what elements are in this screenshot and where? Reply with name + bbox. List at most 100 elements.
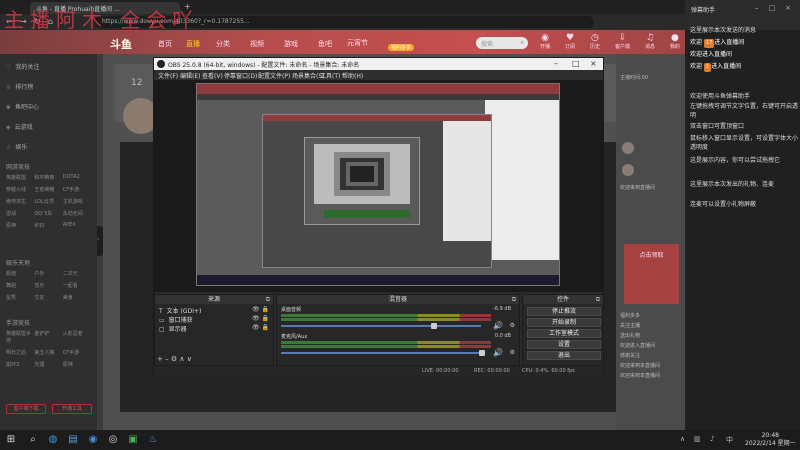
volume-slider[interactable] — [281, 325, 481, 327]
category-link[interactable]: 英雄联盟 — [6, 174, 34, 181]
category-link[interactable]: 和平精英 — [34, 174, 62, 181]
category-link[interactable]: QQ飞车 — [34, 210, 62, 217]
sidebar-item-rank[interactable]: ♕ 排行榜 — [6, 82, 33, 91]
network-icon[interactable]: ▥ — [694, 435, 701, 443]
category-link[interactable]: 光遇 — [34, 361, 62, 368]
volume-icon[interactable]: ♪ — [710, 435, 714, 443]
gear-icon[interactable]: ⚙ — [171, 355, 177, 363]
sidebar-item-ent[interactable]: ☆ 娱乐 — [6, 142, 27, 151]
avatar[interactable] — [622, 142, 634, 154]
app-icon[interactable]: ▣ — [126, 433, 140, 447]
category-link[interactable]: CF手游 — [63, 186, 91, 193]
obs-icon[interactable]: ◎ — [106, 433, 120, 447]
close-icon[interactable]: × — [590, 59, 597, 68]
obs-menu-edit[interactable]: 编辑(E) — [180, 71, 200, 80]
category-link[interactable]: DOTA2 — [63, 174, 91, 181]
nav-live[interactable]: 直播 — [186, 39, 200, 49]
nav-video[interactable]: 视频 — [250, 39, 264, 49]
dock-float-icon[interactable]: ⧉ — [596, 295, 600, 304]
category-link[interactable]: 交友 — [34, 294, 62, 301]
search-icon[interactable]: ⌕ — [521, 39, 524, 47]
nav-yuba[interactable]: 鱼吧 — [318, 39, 332, 49]
file-explorer-icon[interactable]: ▤ — [66, 433, 80, 447]
nav-home[interactable]: 首页 — [158, 39, 172, 49]
clock[interactable]: 20:48 2022/2/14 星期一 — [745, 432, 796, 448]
category-link[interactable]: 一起看 — [63, 282, 91, 289]
site-search-input[interactable]: 搜索 ⌕ — [476, 37, 528, 49]
nav-category[interactable]: 分类 — [216, 39, 230, 49]
studio-mode-button[interactable]: 工作室模式 — [527, 329, 601, 338]
obs-menu-profile[interactable]: 配置文件(P) — [258, 71, 290, 80]
site-logo[interactable]: 斗鱼 — [110, 36, 132, 52]
category-link[interactable]: CF手游 — [63, 349, 91, 356]
volume-slider[interactable] — [281, 352, 481, 354]
search-icon[interactable]: ⌕ — [26, 433, 40, 447]
ime-icon[interactable]: 中 — [726, 435, 733, 445]
dock-float-icon[interactable]: ⧉ — [512, 295, 516, 304]
visibility-lock-icons[interactable]: 👁 🔒 — [252, 315, 269, 322]
category-link[interactable]: 户外 — [34, 270, 62, 277]
dock-float-icon[interactable]: ⧉ — [266, 295, 270, 304]
sidebar-item-cloud-game[interactable]: ◈ 云游戏 — [6, 122, 33, 131]
category-link[interactable]: 舞蹈 — [6, 282, 34, 289]
category-link[interactable]: 崩坏3 — [6, 361, 34, 368]
category-link[interactable]: 永劫无间 — [63, 210, 91, 217]
category-link[interactable]: 第五人格 — [34, 349, 62, 356]
add-icon[interactable]: + — [157, 355, 163, 363]
start-recording-button[interactable]: 开始录制 — [527, 318, 601, 327]
speaker-icon[interactable]: 🔊 — [493, 348, 503, 357]
category-link[interactable]: 美食 — [63, 294, 91, 301]
category-link[interactable]: APEX — [63, 222, 91, 229]
header-action-follow[interactable]: ♥ 订阅 — [565, 33, 575, 50]
category-link[interactable]: 星秀 — [6, 294, 34, 301]
remove-icon[interactable]: – — [165, 355, 169, 363]
close-icon[interactable]: × — [785, 4, 791, 12]
category-link[interactable]: 火影忍者 — [63, 330, 91, 344]
stream-tool-button[interactable]: 开播工具 — [52, 404, 92, 414]
app-icon[interactable]: ◉ — [86, 433, 100, 447]
category-link[interactable]: 绝地求生 — [6, 198, 34, 205]
source-item[interactable]: ▭ 窗口捕获 — [159, 315, 193, 324]
obs-menu-file[interactable]: 文件(F) — [158, 71, 178, 80]
obs-menu-tools[interactable]: 工具(T) — [320, 71, 340, 80]
speaker-icon[interactable]: 🔊 — [493, 321, 503, 330]
maximize-icon[interactable]: □ — [769, 4, 776, 12]
category-link[interactable]: 金铲铲 — [34, 330, 62, 344]
exit-button[interactable]: 退出 — [527, 351, 601, 360]
minimize-icon[interactable]: – — [755, 4, 759, 12]
visibility-lock-icons[interactable]: 👁 🔒 — [252, 324, 269, 331]
category-link[interactable]: 主机游戏 — [63, 198, 91, 205]
minimize-icon[interactable]: – — [554, 59, 558, 68]
obs-menu-view[interactable]: 查看(V) — [202, 71, 223, 80]
stop-streaming-button[interactable]: 停止推流 — [527, 307, 601, 316]
maximize-icon[interactable]: □ — [572, 59, 580, 68]
up-icon[interactable]: ∧ — [179, 355, 184, 363]
category-link[interactable]: 原神 — [6, 222, 34, 229]
windows-start-icon[interactable]: ⊞ — [4, 433, 18, 447]
sidebar-item-yuba[interactable]: ❀ 鱼吧中心 — [6, 102, 39, 111]
category-link[interactable]: 穿越火线 — [6, 186, 34, 193]
settings-button[interactable]: 设置 — [527, 340, 601, 349]
header-action-live[interactable]: ◉ 开播 — [540, 33, 550, 50]
obs-menu-docks[interactable]: 停靠窗口(D) — [224, 71, 257, 80]
header-action-user[interactable]: ● 我的 — [670, 33, 680, 50]
source-item[interactable]: ▢ 显示器 — [159, 324, 187, 333]
category-link[interactable]: 英雄联盟手游 — [6, 330, 34, 344]
category-link[interactable]: 逆战 — [6, 210, 34, 217]
client-download-button[interactable]: 客户端下载 — [6, 404, 46, 414]
category-link[interactable]: 明日之后 — [6, 349, 34, 356]
visibility-lock-icons[interactable]: 👁 🔒 — [252, 306, 269, 313]
promo-banner[interactable]: 点击领取 — [624, 244, 679, 304]
gear-icon[interactable]: ⚙ — [510, 349, 515, 356]
volume-knob[interactable] — [479, 350, 485, 356]
nav-game[interactable]: 游戏 — [284, 39, 298, 49]
category-link[interactable]: 颜值 — [6, 270, 34, 277]
header-action-history[interactable]: ◷ 历史 — [590, 33, 600, 50]
category-link[interactable]: 音乐 — [34, 282, 62, 289]
sidebar-item-follow[interactable]: ♡ 我的关注 — [6, 62, 39, 71]
avatar[interactable] — [622, 164, 634, 176]
down-icon[interactable]: ∨ — [187, 355, 192, 363]
tray-chevron-icon[interactable]: ∧ — [680, 435, 685, 443]
category-link[interactable]: LOL云顶 — [34, 198, 62, 205]
gear-icon[interactable]: ⚙ — [510, 322, 515, 329]
